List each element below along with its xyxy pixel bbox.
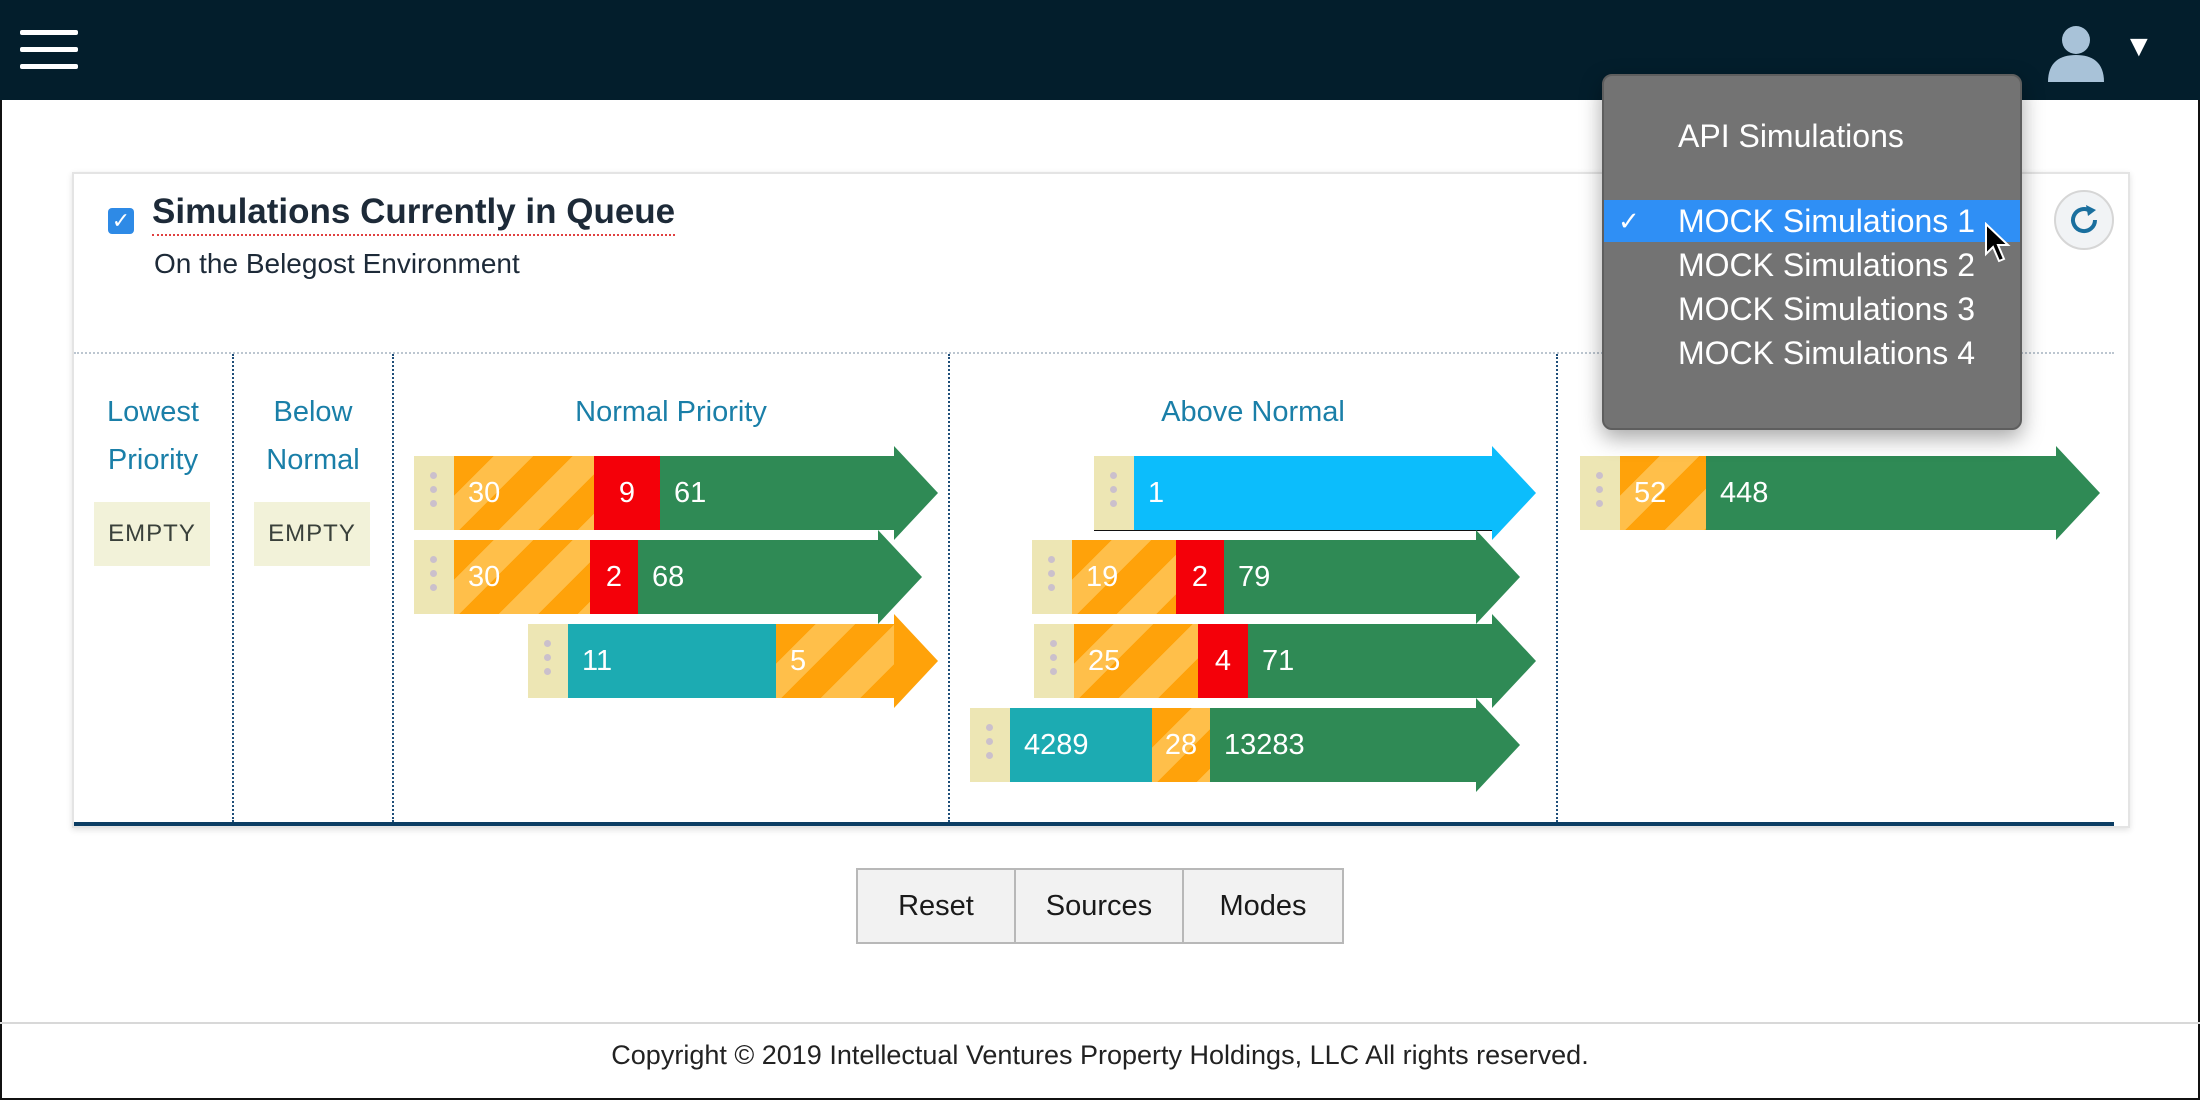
dropdown-item-label: MOCK Simulations 4 bbox=[1678, 335, 1975, 371]
chevron-down-icon: ▼ bbox=[2124, 30, 2154, 63]
action-button-group: Reset Sources Modes bbox=[856, 868, 1344, 944]
column-title-below-normal: Below Normal bbox=[266, 396, 360, 476]
queue-bar[interactable]: 25 4 71 bbox=[1034, 614, 1536, 708]
running-count: 61 bbox=[660, 456, 894, 530]
dropdown-item-label: MOCK Simulations 3 bbox=[1678, 291, 1975, 327]
arrow-head bbox=[1492, 446, 1536, 540]
dropdown-item-label: MOCK Simulations 1 bbox=[1678, 203, 1975, 239]
running-count: 79 bbox=[1224, 540, 1476, 614]
drag-handle-icon[interactable] bbox=[1094, 456, 1134, 530]
column-title-above-normal: Above Normal bbox=[1161, 396, 1345, 428]
dropdown-group-header: API Simulations bbox=[1678, 118, 1904, 154]
arrow-head bbox=[894, 614, 938, 708]
user-icon bbox=[2048, 26, 2104, 82]
panel-subtitle: On the Belegost Environment bbox=[154, 248, 520, 279]
refresh-icon bbox=[2071, 205, 2098, 233]
queued-count: 5 bbox=[776, 624, 894, 698]
simulation-source-dropdown[interactable]: API Simulations ✓ MOCK Simulations 1 MOC… bbox=[1602, 74, 2022, 430]
pending-count: 11 bbox=[568, 624, 776, 698]
queue-bar[interactable]: 19 2 79 bbox=[1032, 530, 1520, 624]
column-title-lowest-priority: Lowest Priority bbox=[107, 396, 199, 476]
selected-count: 1 bbox=[1134, 456, 1492, 530]
dropdown-item-mock-simulations-2[interactable]: MOCK Simulations 2 bbox=[1604, 244, 2020, 286]
queued-count: 19 bbox=[1072, 540, 1176, 614]
mouse-cursor-icon bbox=[1985, 222, 2011, 263]
queue-bar[interactable]: 11 5 bbox=[528, 614, 938, 708]
panel-checkbox[interactable]: ✓ bbox=[108, 208, 134, 234]
queued-count: 25 bbox=[1074, 624, 1198, 698]
queue-bar-highlighted[interactable]: 1 bbox=[1094, 446, 1536, 540]
dropdown-item-mock-simulations-1[interactable]: ✓ MOCK Simulations 1 bbox=[1604, 200, 2020, 242]
drag-handle-icon[interactable] bbox=[528, 624, 568, 698]
dropdown-item-mock-simulations-4[interactable]: MOCK Simulations 4 bbox=[1604, 332, 2020, 374]
queue-bar[interactable]: 52 448 bbox=[1580, 446, 2100, 540]
queue-bar[interactable]: 4289 28 13283 bbox=[970, 698, 1520, 792]
drag-handle-icon[interactable] bbox=[1034, 624, 1074, 698]
failed-count: 4 bbox=[1198, 624, 1248, 698]
drag-handle-icon[interactable] bbox=[414, 540, 454, 614]
drag-handle-icon[interactable] bbox=[1580, 456, 1620, 530]
column-title-normal-priority: Normal Priority bbox=[575, 396, 767, 428]
hamburger-menu-icon[interactable] bbox=[20, 30, 78, 70]
running-count: 68 bbox=[638, 540, 878, 614]
dropdown-item-label: MOCK Simulations 2 bbox=[1678, 247, 1975, 283]
queued-count: 30 bbox=[454, 540, 590, 614]
queue-bar[interactable]: 30 9 61 bbox=[414, 446, 938, 540]
footer-copyright: Copyright © 2019 Intellectual Ventures P… bbox=[611, 1040, 1589, 1070]
queue-bar[interactable]: 30 2 68 bbox=[414, 530, 922, 624]
queued-count: 30 bbox=[454, 456, 594, 530]
arrow-head bbox=[1476, 698, 1520, 792]
footer-divider bbox=[0, 1022, 2200, 1024]
empty-badge: EMPTY bbox=[94, 502, 210, 566]
arrow-head bbox=[878, 530, 922, 624]
running-count: 13283 bbox=[1210, 708, 1476, 782]
sources-button[interactable]: Sources bbox=[1016, 870, 1184, 942]
modes-button[interactable]: Modes bbox=[1184, 870, 1342, 942]
checkmark-icon: ✓ bbox=[1618, 206, 1640, 236]
refresh-button[interactable] bbox=[2054, 190, 2114, 250]
running-count: 448 bbox=[1706, 456, 2056, 530]
arrow-head bbox=[894, 446, 938, 540]
failed-count: 2 bbox=[590, 540, 638, 614]
drag-handle-icon[interactable] bbox=[1032, 540, 1072, 614]
column-divider bbox=[1556, 354, 1558, 822]
running-count: 71 bbox=[1248, 624, 1492, 698]
failed-count: 9 bbox=[594, 456, 660, 530]
drag-handle-icon[interactable] bbox=[414, 456, 454, 530]
panel-bottom-border bbox=[74, 822, 2114, 826]
failed-count: 2 bbox=[1176, 540, 1224, 614]
queued-count: 28 bbox=[1152, 708, 1210, 782]
reset-button[interactable]: Reset bbox=[858, 870, 1016, 942]
user-menu-button[interactable]: ▼ bbox=[2040, 20, 2160, 82]
arrow-head bbox=[2056, 446, 2100, 540]
arrow-head bbox=[1476, 530, 1520, 624]
panel-title: Simulations Currently in Queue bbox=[152, 192, 676, 236]
drag-handle-icon[interactable] bbox=[970, 708, 1010, 782]
pending-count: 4289 bbox=[1010, 708, 1152, 782]
queued-count: 52 bbox=[1620, 456, 1706, 530]
empty-badge: EMPTY bbox=[254, 502, 370, 566]
arrow-head bbox=[1492, 614, 1536, 708]
dropdown-item-mock-simulations-3[interactable]: MOCK Simulations 3 bbox=[1604, 288, 2020, 330]
